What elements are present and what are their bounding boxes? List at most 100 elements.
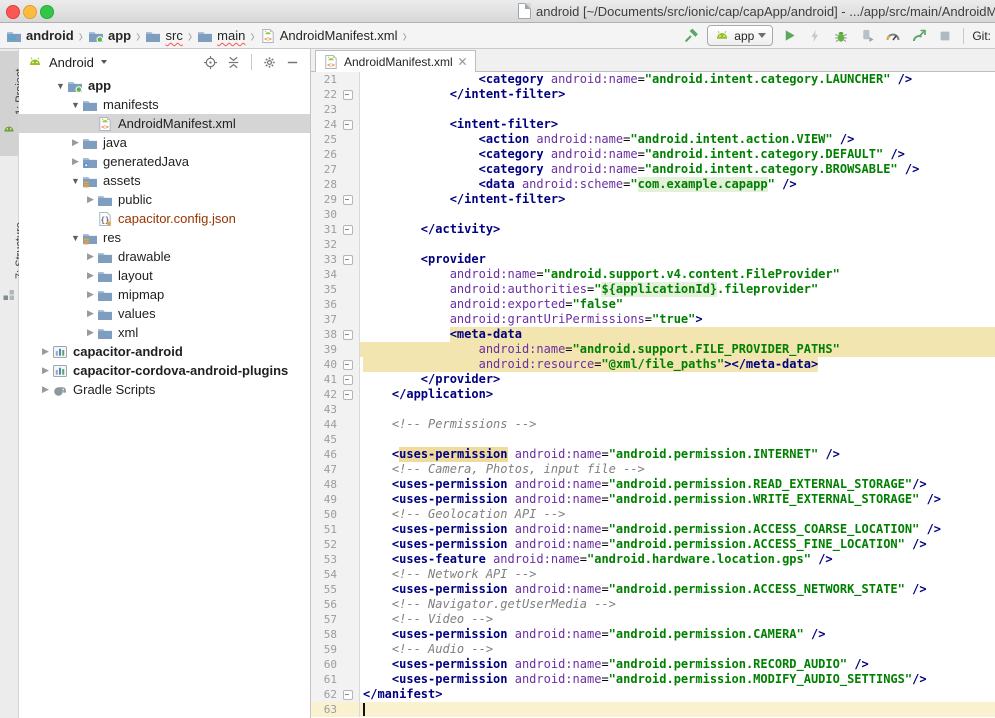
code-line-61[interactable]: 61 <uses-permission android:name="androi…: [311, 672, 995, 687]
profile-app-button[interactable]: [909, 25, 929, 46]
tree-item-generatedjava[interactable]: ▶generatedJava: [19, 152, 310, 171]
code-line-content[interactable]: <uses-permission android:name="android.p…: [360, 447, 995, 462]
fold-marker-icon[interactable]: [343, 225, 353, 235]
tree-item-capacitor-config-json[interactable]: {}capacitor.config.json: [19, 209, 310, 228]
code-line-content[interactable]: <category android:name="android.intent.c…: [360, 72, 995, 87]
code-line-36[interactable]: 36 android:exported="false": [311, 297, 995, 312]
code-line-content[interactable]: android:name="android.support.FILE_PROVI…: [360, 342, 995, 357]
code-line-55[interactable]: 55 <uses-permission android:name="androi…: [311, 582, 995, 597]
code-line-35[interactable]: 35 android:authorities="${applicationId}…: [311, 282, 995, 297]
code-line-59[interactable]: 59 <!-- Audio -->: [311, 642, 995, 657]
tree-item-app[interactable]: ▼app: [19, 76, 310, 95]
code-line-45[interactable]: 45: [311, 432, 995, 447]
code-line-content[interactable]: [360, 102, 995, 117]
code-line-47[interactable]: 47 <!-- Camera, Photos, input file -->: [311, 462, 995, 477]
chevron-right-icon[interactable]: ▶: [69, 156, 82, 167]
code-line-content[interactable]: <uses-permission android:name="android.p…: [360, 477, 995, 492]
breadcrumb-item-androidmanifest.xml[interactable]: <>AndroidManifest.xml: [259, 28, 399, 44]
tree-item-capacitor-cordova-android-plugins[interactable]: ▶capacitor-cordova-android-plugins: [19, 361, 310, 380]
code-line-49[interactable]: 49 <uses-permission android:name="androi…: [311, 492, 995, 507]
code-line-25[interactable]: 25 <action android:name="android.intent.…: [311, 132, 995, 147]
maximize-window-button[interactable]: [40, 5, 54, 19]
code-line-63[interactable]: 63: [311, 702, 995, 717]
stop-button[interactable]: [935, 25, 955, 46]
code-line-content[interactable]: </provider>: [360, 372, 995, 387]
code-line-content[interactable]: <uses-permission android:name="android.p…: [360, 582, 995, 597]
code-line-41[interactable]: 41 </provider>: [311, 372, 995, 387]
code-line-content[interactable]: <!-- Network API -->: [360, 567, 995, 582]
breadcrumb-item-src[interactable]: src: [144, 28, 183, 44]
fold-marker-icon[interactable]: [343, 390, 353, 400]
chevron-right-icon[interactable]: ▶: [84, 251, 97, 262]
chevron-right-icon[interactable]: ▶: [39, 365, 52, 376]
profiler-button[interactable]: [883, 25, 903, 46]
tree-item-values[interactable]: ▶values: [19, 304, 310, 323]
code-line-content[interactable]: <data android:scheme="com.example.capapp…: [360, 177, 995, 192]
code-line-32[interactable]: 32: [311, 237, 995, 252]
breadcrumb-item-android[interactable]: android: [5, 28, 75, 44]
code-line-39[interactable]: 39 android:name="android.support.FILE_PR…: [311, 342, 995, 357]
code-line-60[interactable]: 60 <uses-permission android:name="androi…: [311, 657, 995, 672]
code-line-21[interactable]: 21 <category android:name="android.inten…: [311, 72, 995, 87]
code-line-content[interactable]: <!-- Geolocation API -->: [360, 507, 995, 522]
code-line-content[interactable]: <uses-permission android:name="android.p…: [360, 537, 995, 552]
code-line-content[interactable]: <uses-permission android:name="android.p…: [360, 627, 995, 642]
code-line-content[interactable]: <!-- Camera, Photos, input file -->: [360, 462, 995, 477]
tree-item-public[interactable]: ▶public: [19, 190, 310, 209]
code-line-40[interactable]: 40 android:resource="@xml/file_paths"></…: [311, 357, 995, 372]
code-line-48[interactable]: 48 <uses-permission android:name="androi…: [311, 477, 995, 492]
chevron-right-icon[interactable]: ▶: [84, 270, 97, 281]
code-editor[interactable]: 21 <category android:name="android.inten…: [311, 72, 995, 718]
code-line-content[interactable]: </intent-filter>: [360, 192, 995, 207]
code-line-44[interactable]: 44 <!-- Permissions -->: [311, 417, 995, 432]
build-hammer-button[interactable]: [681, 25, 701, 46]
code-line-24[interactable]: 24 <intent-filter>: [311, 117, 995, 132]
code-line-29[interactable]: 29 </intent-filter>: [311, 192, 995, 207]
chevron-down-icon[interactable]: ▼: [69, 233, 82, 243]
chevron-right-icon[interactable]: ▶: [84, 194, 97, 205]
project-view-selector[interactable]: Android: [49, 55, 94, 70]
code-line-58[interactable]: 58 <uses-permission android:name="androi…: [311, 627, 995, 642]
code-line-content[interactable]: <action android:name="android.intent.act…: [360, 132, 995, 147]
fold-marker-icon[interactable]: [343, 255, 353, 265]
settings-gear-button[interactable]: [262, 55, 277, 70]
code-line-54[interactable]: 54 <!-- Network API -->: [311, 567, 995, 582]
tree-item-layout[interactable]: ▶layout: [19, 266, 310, 285]
code-line-content[interactable]: <intent-filter>: [360, 117, 995, 132]
fold-marker-icon[interactable]: [343, 195, 353, 205]
chevron-down-icon[interactable]: ▼: [54, 81, 67, 91]
tree-item-gradle-scripts[interactable]: ▶Gradle Scripts: [19, 380, 310, 399]
code-line-content[interactable]: </manifest>: [360, 687, 995, 702]
code-line-22[interactable]: 22 </intent-filter>: [311, 87, 995, 102]
close-window-button[interactable]: [6, 5, 20, 19]
code-line-37[interactable]: 37 android:grantUriPermissions="true">: [311, 312, 995, 327]
code-line-content[interactable]: <!-- Video -->: [360, 612, 995, 627]
code-line-content[interactable]: <meta-data: [360, 327, 995, 342]
chevron-right-icon[interactable]: ▶: [69, 137, 82, 148]
code-line-content[interactable]: <uses-permission android:name="android.p…: [360, 492, 995, 507]
fold-marker-icon[interactable]: [343, 90, 353, 100]
code-line-51[interactable]: 51 <uses-permission android:name="androi…: [311, 522, 995, 537]
tree-item-java[interactable]: ▶java: [19, 133, 310, 152]
code-line-content[interactable]: <provider: [360, 252, 995, 267]
code-line-52[interactable]: 52 <uses-permission android:name="androi…: [311, 537, 995, 552]
code-line-53[interactable]: 53 <uses-feature android:name="android.h…: [311, 552, 995, 567]
locate-file-button[interactable]: [203, 55, 218, 70]
code-line-content[interactable]: <!-- Audio -->: [360, 642, 995, 657]
code-line-31[interactable]: 31 </activity>: [311, 222, 995, 237]
code-line-content[interactable]: </activity>: [360, 222, 995, 237]
code-line-content[interactable]: <uses-permission android:name="android.p…: [360, 522, 995, 537]
code-line-27[interactable]: 27 <category android:name="android.inten…: [311, 162, 995, 177]
collapse-all-button[interactable]: [226, 55, 241, 70]
code-line-33[interactable]: 33 <provider: [311, 252, 995, 267]
code-line-content[interactable]: [360, 432, 995, 447]
run-configuration-dropdown[interactable]: app: [707, 25, 773, 46]
code-line-content[interactable]: android:authorities="${applicationId}.fi…: [360, 282, 995, 297]
code-line-34[interactable]: 34 android:name="android.support.v4.cont…: [311, 267, 995, 282]
code-line-content[interactable]: <category android:name="android.intent.c…: [360, 147, 995, 162]
debug-button[interactable]: [831, 25, 851, 46]
code-line-content[interactable]: </intent-filter>: [360, 87, 995, 102]
hide-panel-button[interactable]: [285, 55, 300, 70]
apply-changes-button[interactable]: [805, 25, 825, 46]
code-line-26[interactable]: 26 <category android:name="android.inten…: [311, 147, 995, 162]
